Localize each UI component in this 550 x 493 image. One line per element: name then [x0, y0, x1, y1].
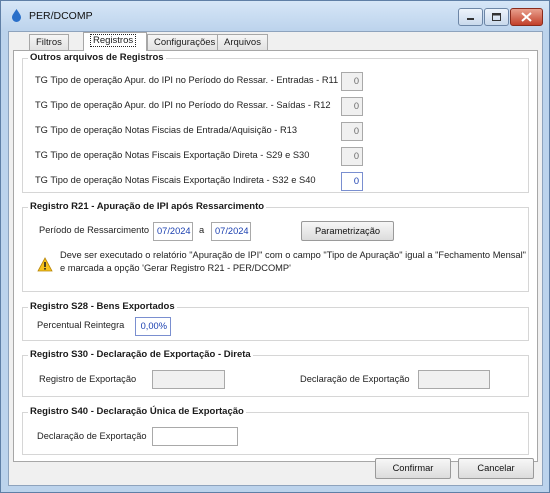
s40-declaracao-label: Declaração de Exportação	[37, 431, 147, 441]
periodo-a-label: a	[199, 225, 205, 235]
tab-label: Configurações	[154, 37, 216, 48]
minimize-button[interactable]	[458, 8, 483, 26]
s40-group: Registro S40 - Declaração Única de Expor…	[22, 406, 529, 455]
group-title: Registro S28 - Bens Exportados	[28, 301, 177, 312]
close-icon	[521, 12, 532, 22]
s30-group: Registro S30 - Declaração de Exportação …	[22, 349, 529, 397]
percentual-label: Percentual Reintegra	[37, 320, 125, 330]
r12-field[interactable]: 0	[341, 97, 363, 116]
window-title: PER/DCOMP	[29, 10, 93, 22]
s29-s30-field[interactable]: 0	[341, 147, 363, 166]
group-title: Registro R21 - Apuração de IPI após Ress…	[28, 201, 267, 212]
s28-group: Registro S28 - Bens Exportados Percentua…	[22, 301, 529, 341]
tab-label: Registros	[90, 34, 137, 47]
cancel-button[interactable]: Cancelar	[458, 458, 534, 479]
warning-text-line1: Deve ser executado o relatório "Apuração…	[60, 250, 526, 260]
registro-exportacao-field[interactable]	[152, 370, 225, 389]
percentual-field[interactable]: 0,00%	[135, 317, 171, 336]
maximize-button[interactable]	[484, 8, 509, 26]
r21-group: Registro R21 - Apuração de IPI após Ress…	[22, 201, 529, 292]
r13-label: TG Tipo de operação Notas Fiscias de Ent…	[35, 125, 297, 135]
tab-registros[interactable]: Registros	[83, 32, 147, 51]
periodo-label: Período de Ressarcimento	[39, 225, 150, 235]
app-window: PER/DCOMP Filtros Registros Configuraçõe…	[0, 0, 550, 493]
s29-s30-label: TG Tipo de operação Notas Fiscais Export…	[35, 150, 310, 160]
minimize-icon	[467, 18, 474, 20]
group-title: Registro S30 - Declaração de Exportação …	[28, 349, 253, 360]
registro-exportacao-label: Registro de Exportação	[39, 374, 137, 384]
app-logo-icon	[12, 9, 21, 22]
r12-label: TG Tipo de operação Apur. do IPI no Perí…	[35, 100, 331, 110]
periodo-to-field[interactable]: 07/2024	[211, 222, 251, 241]
r13-field[interactable]: 0	[341, 122, 363, 141]
parametrizacao-button[interactable]: Parametrização	[301, 221, 394, 241]
r11-label: TG Tipo de operação Apur. do IPI no Perí…	[35, 75, 339, 85]
s40-declaracao-field[interactable]	[152, 427, 238, 446]
title-bar[interactable]: PER/DCOMP	[1, 1, 549, 31]
warning-text-line2: e marcada a opção 'Gerar Registro R21 - …	[60, 263, 291, 273]
tab-configuracoes[interactable]: Configurações	[147, 34, 223, 50]
registros-panel: Outros arquivos de Registros TG Tipo de …	[13, 50, 538, 462]
s32-s40-label: TG Tipo de operação Notas Fiscais Export…	[35, 175, 316, 185]
maximize-icon	[492, 13, 501, 21]
declaracao-exportacao-label: Declaração de Exportação	[300, 374, 410, 384]
confirm-button[interactable]: Confirmar	[375, 458, 451, 479]
outros-registros-group: Outros arquivos de Registros TG Tipo de …	[22, 52, 529, 193]
s32-s40-field[interactable]: 0	[341, 172, 363, 191]
dialog-body: Filtros Registros Configurações Arquivos…	[8, 31, 543, 486]
declaracao-exportacao-field[interactable]	[418, 370, 490, 389]
close-button[interactable]	[510, 8, 543, 26]
r11-field[interactable]: 0	[341, 72, 363, 91]
group-title: Outros arquivos de Registros	[28, 52, 166, 63]
group-title: Registro S40 - Declaração Única de Expor…	[28, 406, 246, 417]
tab-label: Filtros	[36, 37, 62, 48]
tab-arquivos[interactable]: Arquivos	[217, 34, 268, 50]
periodo-from-field[interactable]: 07/2024	[153, 222, 193, 241]
tab-label: Arquivos	[224, 37, 261, 48]
warning-icon	[37, 257, 53, 272]
tab-filtros[interactable]: Filtros	[29, 34, 69, 50]
